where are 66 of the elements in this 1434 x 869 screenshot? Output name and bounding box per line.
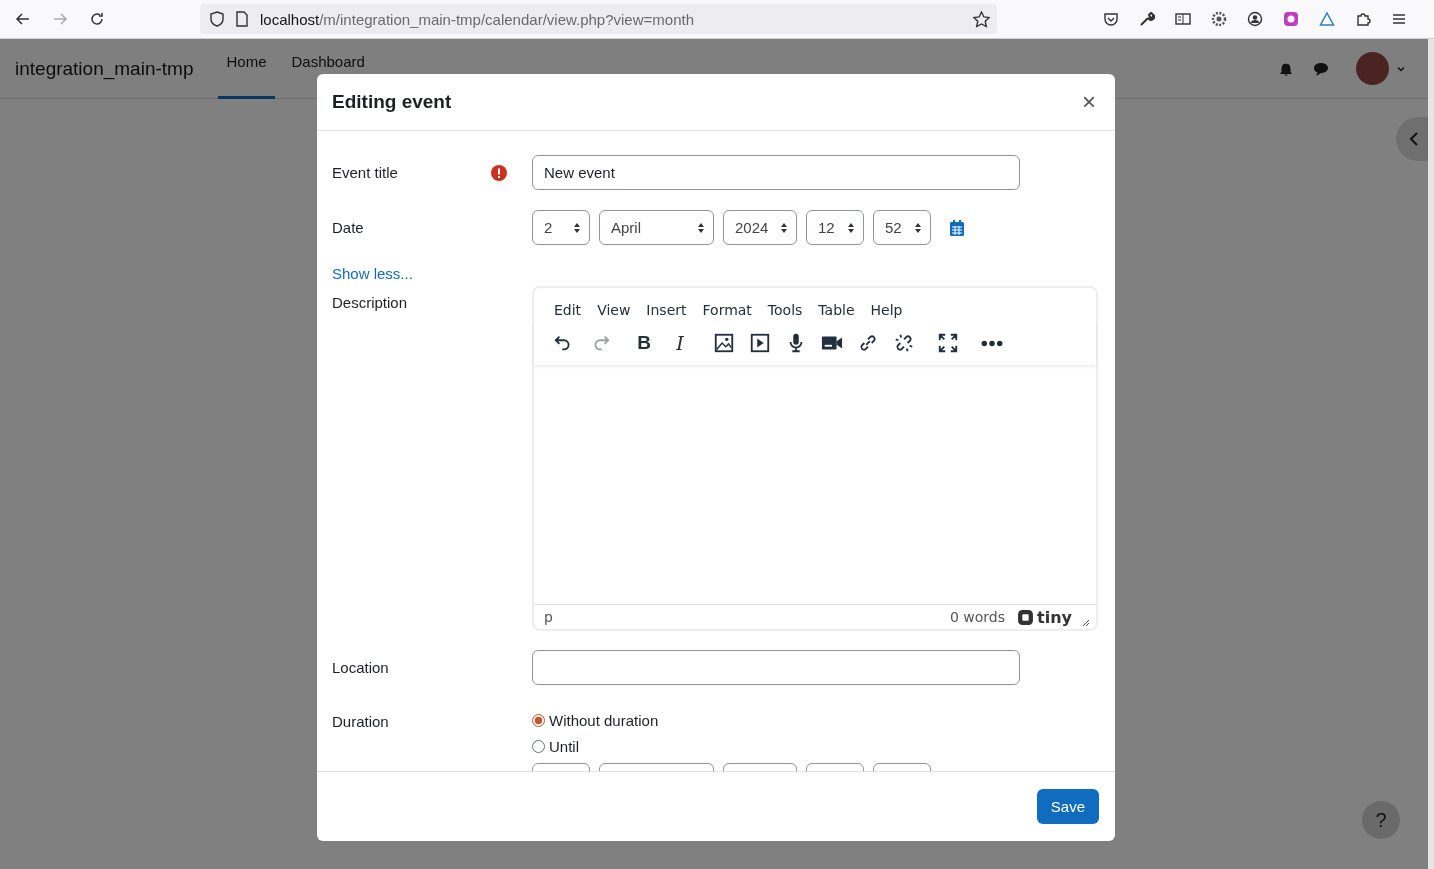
editor-menu-item[interactable]: Table xyxy=(812,299,861,321)
event-title-input[interactable]: New event xyxy=(532,155,1020,190)
field-label: Duration xyxy=(332,713,389,730)
star-icon[interactable] xyxy=(973,10,990,28)
editor-menu-item[interactable]: Help xyxy=(864,299,909,321)
resize-handle-icon[interactable] xyxy=(1080,617,1090,627)
page-icon xyxy=(234,11,250,27)
field-label: Location xyxy=(332,659,389,676)
menu-icon[interactable] xyxy=(1391,11,1407,27)
wrench-icon[interactable] xyxy=(1139,11,1155,27)
account-icon[interactable] xyxy=(1247,11,1263,27)
duration-radio[interactable]: Without duration xyxy=(532,707,931,733)
site-name[interactable]: integration_main-tmp xyxy=(15,57,194,80)
puzzle-icon[interactable] xyxy=(1355,11,1371,27)
url-text[interactable]: localhost/m/integration_main-tmp/calendar/view.php?view=month xyxy=(260,10,694,28)
back-icon[interactable] xyxy=(15,11,31,27)
editor-menu-item[interactable]: View xyxy=(591,299,637,321)
bold-button[interactable]: B xyxy=(628,327,660,359)
link-icon xyxy=(857,332,879,354)
date-select[interactable]: 52 xyxy=(873,210,931,245)
location-input[interactable] xyxy=(532,650,1020,685)
duration-radio[interactable]: Until xyxy=(532,733,931,759)
save-button[interactable]: Save xyxy=(1036,789,1099,824)
up-down-arrows-icon xyxy=(573,221,581,234)
editor-menu-item[interactable]: Format xyxy=(696,299,758,321)
up-down-arrows-icon xyxy=(780,221,788,234)
date-select[interactable]: 2 xyxy=(532,210,590,245)
date-select[interactable]: April xyxy=(599,210,714,245)
editor-menu-item[interactable]: Tools xyxy=(761,299,809,321)
show-less-link[interactable]: Show less... xyxy=(332,265,413,282)
calendar-icon[interactable] xyxy=(950,219,964,236)
up-down-arrows-icon xyxy=(914,221,922,234)
up-down-arrows-icon xyxy=(847,221,855,234)
editor-menu-item[interactable]: Edit xyxy=(548,299,588,321)
chat-bubble-icon[interactable] xyxy=(1313,60,1329,77)
modal-title: Editing event xyxy=(332,91,452,113)
italic-button[interactable]: I xyxy=(664,327,696,359)
play-icon xyxy=(749,332,771,354)
tiny-logo-icon xyxy=(1017,608,1035,626)
field-label: Date xyxy=(332,219,364,236)
fullscreen-icon xyxy=(937,332,959,354)
image-icon xyxy=(713,332,735,354)
reload-icon[interactable] xyxy=(89,11,105,27)
word-count[interactable]: 0 words xyxy=(949,609,1006,625)
field-label: Description xyxy=(332,294,408,311)
date-select[interactable]: 2024 xyxy=(723,210,797,245)
close-button[interactable]: × xyxy=(1078,88,1100,116)
reader-view-icon[interactable] xyxy=(1175,11,1191,27)
editor-menu-item[interactable]: Insert xyxy=(640,299,693,321)
avatar[interactable] xyxy=(1356,52,1389,85)
nav-tab[interactable]: Home xyxy=(218,38,275,99)
address-bar[interactable]: localhost/m/integration_main-tmp/calendar/view.php?view=month xyxy=(200,4,997,34)
tiny-logo[interactable]: tiny xyxy=(1017,607,1072,627)
pocket-icon[interactable] xyxy=(1103,11,1119,27)
up-down-arrows-icon xyxy=(697,221,705,234)
more-icon xyxy=(981,339,1003,347)
shield-icon[interactable] xyxy=(209,11,225,27)
gear-icon[interactable] xyxy=(1211,11,1227,27)
element-path[interactable]: p xyxy=(544,609,553,625)
triangle-icon[interactable] xyxy=(1319,11,1335,27)
field-label: Event title xyxy=(332,164,398,181)
unlink-icon xyxy=(893,332,915,354)
bell-icon[interactable] xyxy=(1278,60,1294,77)
drawer-toggle-button[interactable] xyxy=(1396,117,1428,161)
chevron-left-icon xyxy=(1409,132,1419,146)
date-select[interactable]: 12 xyxy=(806,210,864,245)
